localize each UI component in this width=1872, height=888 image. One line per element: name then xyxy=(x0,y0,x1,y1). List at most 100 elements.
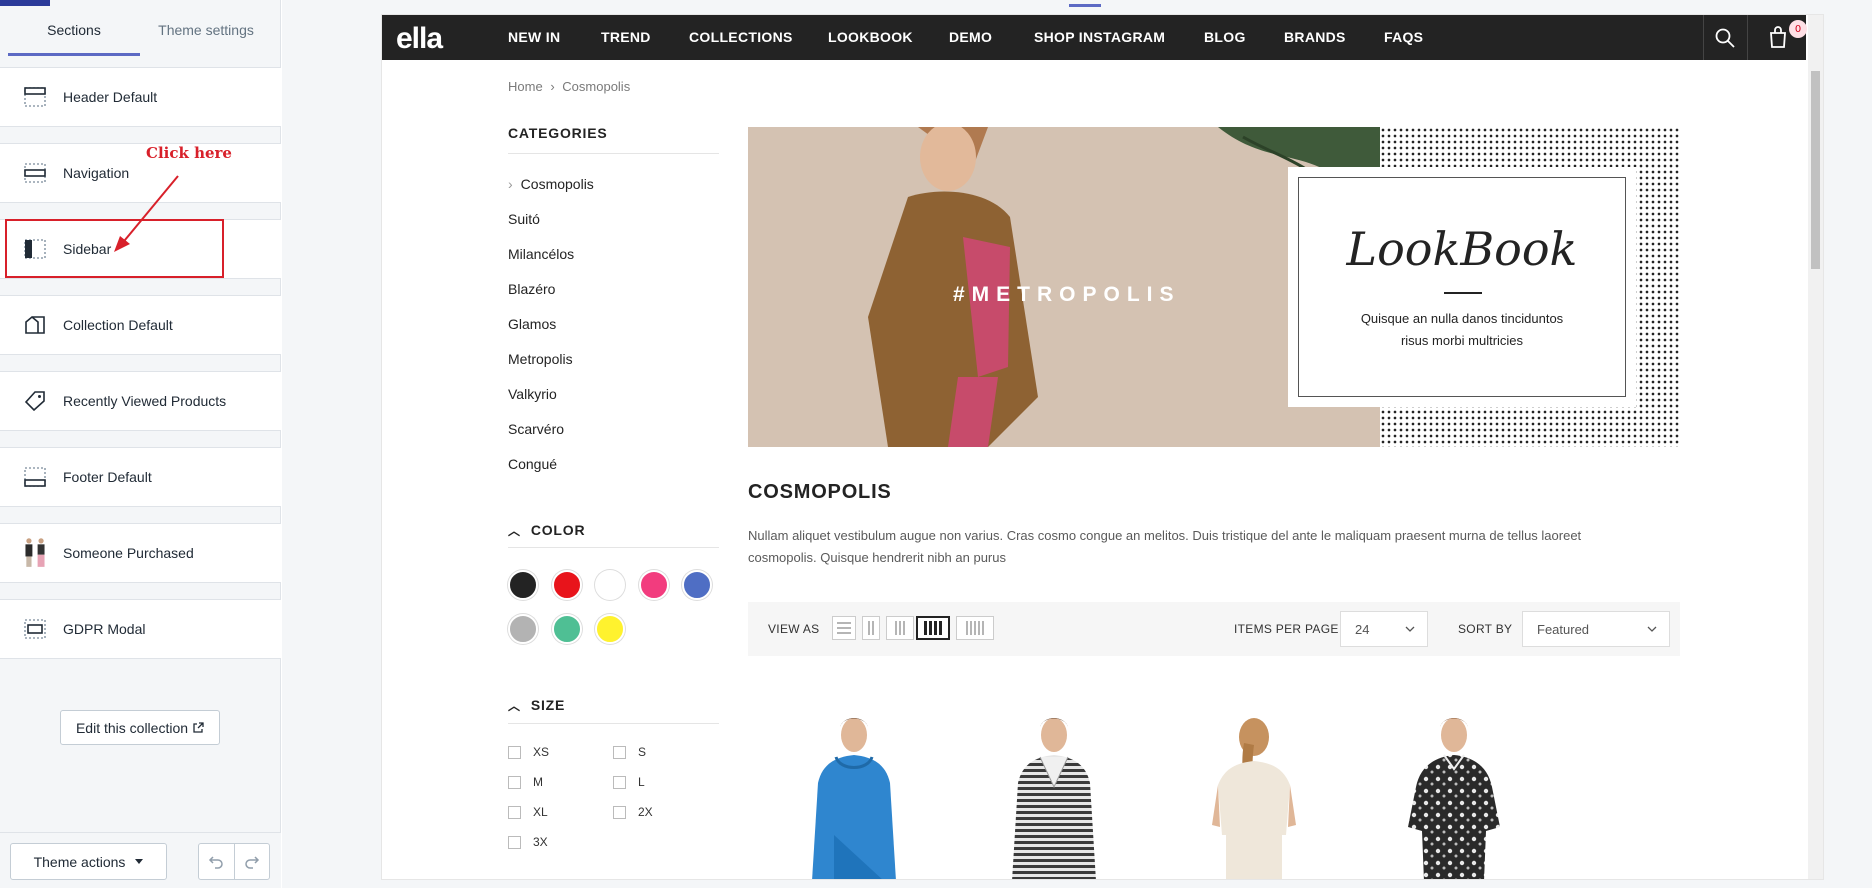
category-item[interactable]: Metropolis xyxy=(508,351,573,367)
nav-item-blog[interactable]: BLOG xyxy=(1204,29,1246,45)
grid-bar-icon xyxy=(872,621,874,635)
nav-item-lookbook[interactable]: LOOKBOOK xyxy=(828,29,913,45)
view-grid-2-button[interactable] xyxy=(862,616,880,640)
chevron-up-icon: ︿ xyxy=(508,699,521,713)
edit-collection-label: Edit this collection xyxy=(75,719,189,736)
redo-icon xyxy=(245,855,259,869)
caret-down-icon xyxy=(135,858,144,864)
checkbox[interactable] xyxy=(508,805,521,819)
category-item[interactable]: Suitó xyxy=(508,211,540,227)
nav-item-new-in[interactable]: NEW IN xyxy=(508,29,560,45)
section-footer-default[interactable]: Footer Default xyxy=(0,447,281,507)
nav-item-trend[interactable]: TREND xyxy=(601,29,651,45)
section-label: Someone Purchased xyxy=(63,545,194,561)
checkbox[interactable] xyxy=(508,745,521,759)
store-preview-frame: ella NEW IN TREND COLLECTIONS LOOKBOOK D… xyxy=(381,14,1824,880)
section-recently-viewed-products[interactable]: Recently Viewed Products xyxy=(0,371,281,431)
redo-button[interactable] xyxy=(233,844,270,879)
theme-actions-label: Theme actions xyxy=(33,853,126,870)
size-option[interactable]: S xyxy=(613,745,646,759)
sort-by-select[interactable]: Featured xyxy=(1522,611,1670,647)
device-indicator xyxy=(1069,4,1101,7)
color-swatch-green[interactable] xyxy=(552,614,582,644)
category-item[interactable]: Congué xyxy=(508,456,557,472)
search-icon[interactable] xyxy=(1715,28,1735,48)
section-gdpr-modal[interactable]: GDPR Modal xyxy=(0,599,281,659)
checkbox[interactable] xyxy=(613,805,626,819)
product-card[interactable] xyxy=(1174,715,1334,879)
tab-sections[interactable]: Sections xyxy=(8,14,140,56)
category-item[interactable]: Scarvéro xyxy=(508,421,564,437)
tab-theme-settings[interactable]: Theme settings xyxy=(140,14,272,56)
section-collection-default[interactable]: Collection Default xyxy=(0,295,281,355)
size-option[interactable]: 2X xyxy=(613,805,653,819)
edit-collection-button[interactable]: Edit this collection xyxy=(60,710,220,745)
color-swatch-yellow[interactable] xyxy=(595,614,625,644)
nav-item-demo[interactable]: DEMO xyxy=(949,29,992,45)
checkbox[interactable] xyxy=(613,745,626,759)
color-swatch-black[interactable] xyxy=(508,570,538,600)
nav-item-brands[interactable]: BRANDS xyxy=(1284,29,1346,45)
undo-button[interactable] xyxy=(199,844,234,879)
size-option[interactable]: XL xyxy=(508,805,548,819)
size-option[interactable]: XS xyxy=(508,745,549,759)
items-per-page-value: 24 xyxy=(1355,621,1370,637)
product-card[interactable] xyxy=(1374,715,1534,879)
checkbox[interactable] xyxy=(613,775,626,789)
checkbox[interactable] xyxy=(508,835,521,849)
view-grid-5-button[interactable] xyxy=(956,616,994,640)
category-item-cosmopolis[interactable]: › Cosmopolis xyxy=(508,176,594,192)
chevron-up-icon: ︿ xyxy=(508,524,521,538)
nav-item-faqs[interactable]: FAQS xyxy=(1384,29,1423,45)
scroll-thumb[interactable] xyxy=(1811,71,1820,269)
color-filter-heading[interactable]: ︿ COLOR xyxy=(508,522,585,539)
view-list-button[interactable] xyxy=(832,616,856,640)
view-grid-4-button[interactable] xyxy=(916,616,950,640)
grid-bar-icon xyxy=(899,621,901,635)
checkbox[interactable] xyxy=(508,775,521,789)
external-link-icon xyxy=(193,722,204,733)
theme-actions-button[interactable]: Theme actions xyxy=(10,843,167,880)
grid-bar-icon xyxy=(982,621,984,635)
color-swatch-white[interactable] xyxy=(595,570,625,600)
product-card[interactable] xyxy=(974,715,1134,879)
color-swatch-grey[interactable] xyxy=(508,614,538,644)
size-filter-heading[interactable]: ︿ SIZE xyxy=(508,697,565,714)
size-option[interactable]: 3X xyxy=(508,835,548,849)
panel-tabs: Sections Theme settings xyxy=(8,14,272,56)
color-swatch-pink[interactable] xyxy=(639,570,669,600)
banner-hashtag: #METROPOLIS xyxy=(953,283,1181,306)
panel-top-indicator xyxy=(0,0,50,6)
category-item[interactable]: Glamos xyxy=(508,316,556,332)
color-swatch-red[interactable] xyxy=(552,570,582,600)
section-someone-purchased[interactable]: Someone Purchased xyxy=(0,523,281,583)
size-label: XS xyxy=(533,745,550,759)
store-logo[interactable]: ella xyxy=(396,22,443,56)
nav-divider xyxy=(1703,15,1704,60)
theme-editor-panel: Sections Theme settings Header Default N… xyxy=(0,0,281,888)
grid-bar-icon xyxy=(978,621,980,635)
section-header-default[interactable]: Header Default xyxy=(0,67,281,127)
nav-item-collections[interactable]: COLLECTIONS xyxy=(689,29,793,45)
size-option[interactable]: L xyxy=(613,775,645,789)
lookbook-text-line: Quisque an nulla danos tinciduntos xyxy=(1360,311,1564,326)
divider xyxy=(508,547,719,548)
color-swatch-blue[interactable] xyxy=(682,570,712,600)
nav-item-shop-instagram[interactable]: SHOP INSTAGRAM xyxy=(1034,29,1165,45)
category-item[interactable]: Valkyrio xyxy=(508,386,557,402)
section-label: Footer Default xyxy=(63,469,152,485)
cart-icon[interactable] xyxy=(1768,26,1788,48)
collection-banner[interactable]: #METROPOLIS LookBook Quisque an nulla da… xyxy=(748,127,1680,447)
size-option[interactable]: M xyxy=(508,775,543,789)
view-grid-3-button[interactable] xyxy=(886,616,914,640)
breadcrumb-home[interactable]: Home xyxy=(508,79,543,94)
collection-icon xyxy=(22,312,48,338)
lookbook-text-line: risus morbi multricies xyxy=(1400,333,1524,348)
product-card[interactable] xyxy=(774,715,934,879)
category-item[interactable]: Blazéro xyxy=(508,281,555,297)
grid-bar-icon xyxy=(924,621,927,635)
items-per-page-select[interactable]: 24 xyxy=(1340,611,1428,647)
category-item[interactable]: Milancélos xyxy=(508,246,574,262)
preview-scrollbar[interactable] xyxy=(1808,15,1823,879)
lookbook-text: Quisque an nulla danos tinciduntos risus… xyxy=(1299,308,1625,352)
